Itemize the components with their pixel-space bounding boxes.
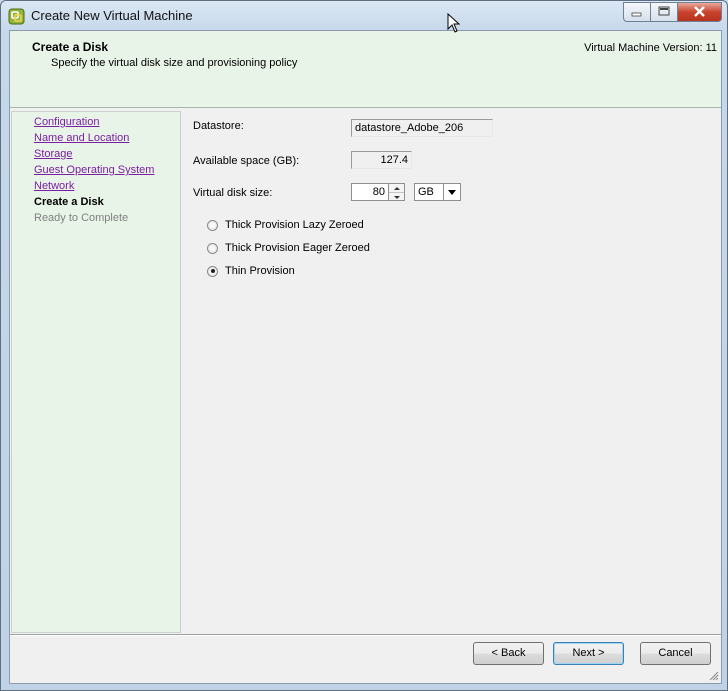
disk-size-input[interactable]: 80 bbox=[351, 183, 389, 201]
thick-lazy-label: Thick Provision Lazy Zeroed bbox=[225, 219, 364, 231]
available-space-field: 127.4 bbox=[351, 151, 412, 169]
mouse-pointer-icon bbox=[447, 13, 461, 33]
radio-thick-eager[interactable] bbox=[207, 242, 218, 254]
footer-divider bbox=[10, 634, 721, 636]
title-bar[interactable]: Create New Virtual Machine bbox=[1, 1, 727, 31]
radio-thin-provision[interactable] bbox=[207, 265, 218, 277]
vsphere-logo-icon bbox=[8, 8, 25, 25]
radio-thick-lazy[interactable] bbox=[207, 219, 218, 231]
step-name-and-location[interactable]: Name and Location bbox=[34, 132, 129, 144]
close-button[interactable] bbox=[677, 2, 722, 22]
disk-size-spinner[interactable] bbox=[388, 183, 405, 201]
thick-lazy-option[interactable]: Thick Provision Lazy Zeroed bbox=[207, 219, 364, 231]
wizard-header: Create a Disk Specify the virtual disk s… bbox=[10, 31, 721, 108]
resize-grip-icon[interactable] bbox=[707, 669, 719, 681]
wizard-client-area: Create a Disk Specify the virtual disk s… bbox=[9, 30, 722, 684]
thick-eager-option[interactable]: Thick Provision Eager Zeroed bbox=[207, 242, 370, 254]
thick-eager-label: Thick Provision Eager Zeroed bbox=[225, 242, 370, 254]
cancel-button[interactable]: Cancel bbox=[640, 642, 711, 665]
minimize-button[interactable] bbox=[623, 2, 650, 22]
spin-down-icon[interactable] bbox=[389, 193, 404, 201]
step-storage[interactable]: Storage bbox=[34, 148, 73, 160]
page-subtitle: Specify the virtual disk size and provis… bbox=[51, 57, 298, 69]
caption-buttons bbox=[623, 2, 722, 22]
spin-up-icon[interactable] bbox=[389, 184, 404, 193]
wizard-window: Create New Virtual Machine Create a Disk… bbox=[0, 0, 728, 691]
disk-size-label: Virtual disk size: bbox=[193, 187, 273, 199]
datastore-field: datastore_Adobe_206 bbox=[351, 119, 493, 137]
available-space-label: Available space (GB): bbox=[193, 155, 300, 167]
disk-unit-value: GB bbox=[418, 186, 434, 198]
chevron-down-icon[interactable] bbox=[443, 184, 460, 200]
disk-form: Datastore: datastore_Adobe_206 Available… bbox=[193, 111, 713, 631]
datastore-label: Datastore: bbox=[193, 120, 244, 132]
close-icon bbox=[694, 6, 705, 17]
step-create-a-disk: Create a Disk bbox=[34, 196, 104, 208]
step-network[interactable]: Network bbox=[34, 180, 74, 192]
vm-version-label: Virtual Machine Version: 11 bbox=[584, 42, 717, 54]
next-button[interactable]: Next > bbox=[553, 642, 624, 665]
step-ready-to-complete: Ready to Complete bbox=[34, 212, 129, 224]
thin-provision-label: Thin Provision bbox=[225, 265, 295, 277]
disk-unit-select[interactable]: GB bbox=[414, 183, 461, 201]
step-configuration[interactable]: Configuration bbox=[34, 116, 99, 128]
wizard-steps-panel: Configuration Name and Location Storage … bbox=[11, 111, 181, 633]
thin-provision-option[interactable]: Thin Provision bbox=[207, 265, 295, 277]
minimize-icon bbox=[631, 12, 642, 17]
window-title: Create New Virtual Machine bbox=[31, 8, 193, 23]
maximize-button[interactable] bbox=[650, 2, 677, 22]
back-button[interactable]: < Back bbox=[473, 642, 544, 665]
page-title: Create a Disk bbox=[32, 40, 109, 54]
maximize-icon bbox=[658, 6, 670, 16]
step-guest-os[interactable]: Guest Operating System bbox=[34, 164, 154, 176]
